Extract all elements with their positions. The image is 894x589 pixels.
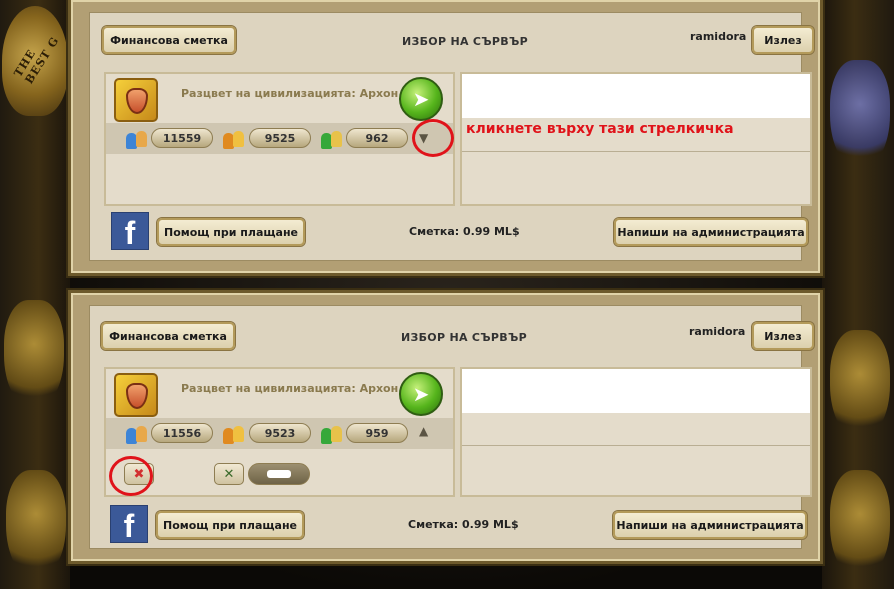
- server-info-panel: [460, 72, 812, 206]
- server-list-panel: Разцвет на цивилизацията: Архон ➤ 11556 …: [104, 367, 455, 497]
- logout-button[interactable]: Излез: [752, 26, 814, 54]
- right-decoration: [822, 0, 894, 589]
- logout-button[interactable]: Излез: [752, 322, 814, 350]
- server-info-panel: [460, 367, 812, 497]
- ornament: [830, 330, 890, 440]
- population-orange-icon: [222, 127, 246, 149]
- left-decoration: THE BEST G: [0, 0, 70, 589]
- payment-help-button[interactable]: Помощ при плащане: [156, 511, 304, 539]
- enter-server-button[interactable]: ➤: [399, 77, 443, 121]
- info-header: [462, 74, 810, 118]
- ornament: [830, 60, 890, 170]
- population-count: 9523: [249, 423, 311, 443]
- population-green-icon: [320, 127, 344, 149]
- server-name: Разцвет на цивилизацията: Архон: [181, 382, 399, 395]
- payment-help-button[interactable]: Помощ при плащане: [157, 218, 305, 246]
- population-orange-icon: [222, 422, 246, 444]
- population-count: 11556: [151, 423, 213, 443]
- balance-text: Сметка: 0.99 ML$: [409, 225, 520, 238]
- ornament: [6, 470, 66, 580]
- window-content: Финансова сметка ИЗБОР НА СЪРВЪР ramidor…: [89, 305, 814, 549]
- username: ramidora: [690, 30, 747, 43]
- username: ramidora: [689, 325, 746, 338]
- window-content: Финансова сметка ИЗБОР НА СЪРВЪР ramidor…: [89, 12, 814, 261]
- server-name: Разцвет на цивилизацията: Архон: [181, 87, 399, 100]
- divider: [462, 151, 810, 152]
- page-title: ИЗБОР НА СЪРВЪР: [402, 35, 528, 48]
- server-select-window: Финансова сметка ИЗБОР НА СЪРВЪР ramidor…: [68, 290, 823, 564]
- population-green-icon: [320, 422, 344, 444]
- population-count: 9525: [249, 128, 311, 148]
- server-select-window: Финансова сметка ИЗБОР НА СЪРВЪР ramidor…: [68, 0, 823, 276]
- divider: [462, 445, 810, 446]
- info-header: [462, 369, 810, 413]
- write-admin-button[interactable]: Напиши на администрацията: [614, 218, 808, 246]
- finance-account-button[interactable]: Финансова сметка: [101, 322, 235, 350]
- toggle-knob: [267, 470, 291, 478]
- enter-server-button[interactable]: ➤: [399, 372, 443, 416]
- xbox-icon[interactable]: ✕: [214, 463, 244, 485]
- collapse-arrow-icon[interactable]: ▲: [419, 424, 428, 438]
- server-stats-row: 11556 9523 959 ▲: [106, 418, 453, 449]
- page-title: ИЗБОР НА СЪРВЪР: [401, 331, 527, 344]
- annotation-circle: [109, 456, 153, 496]
- facebook-icon[interactable]: f: [111, 212, 149, 250]
- population-count: 11559: [151, 128, 213, 148]
- ornament: [830, 470, 890, 580]
- annotation-text: кликнете върху тази стрелкичка: [466, 121, 734, 137]
- population-blue-icon: [125, 127, 149, 149]
- server-list-panel: Разцвет на цивилизацията: Архон ➤ 11559 …: [104, 72, 455, 206]
- population-count: 959: [346, 423, 408, 443]
- population-count: 962: [346, 128, 408, 148]
- write-admin-button[interactable]: Напиши на администрацията: [613, 511, 807, 539]
- server-stats-row: 11559 9525 962 ▼: [106, 123, 453, 154]
- ornament: [4, 300, 64, 410]
- population-blue-icon: [125, 422, 149, 444]
- server-emblem-icon: [114, 373, 158, 417]
- annotation-circle: [412, 119, 454, 157]
- facebook-icon[interactable]: f: [110, 505, 148, 543]
- finance-account-button[interactable]: Финансова сметка: [102, 26, 236, 54]
- toggle-switch[interactable]: [248, 463, 310, 485]
- server-emblem-icon: [114, 78, 158, 122]
- balance-text: Сметка: 0.99 ML$: [408, 518, 519, 531]
